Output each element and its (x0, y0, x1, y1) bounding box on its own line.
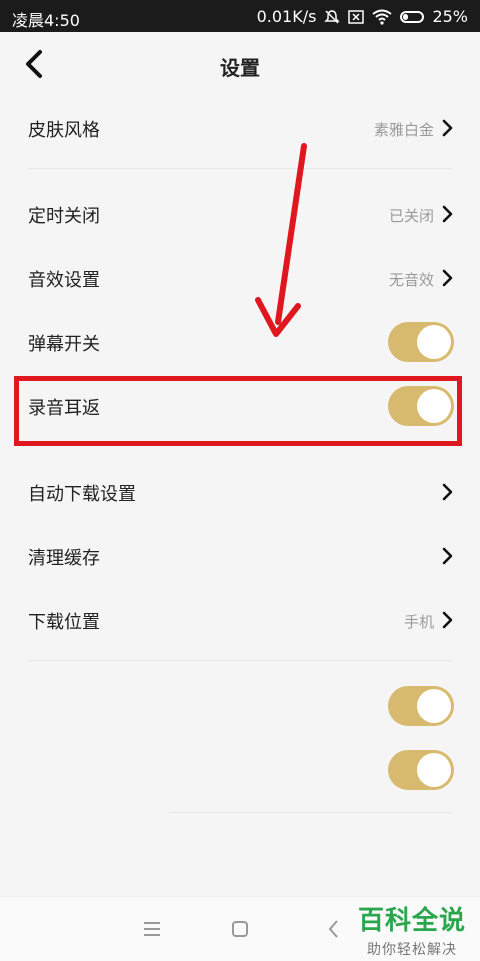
setting-clear-cache[interactable]: 清理缓存 (0, 524, 480, 588)
setting-danmaku: 弹幕开关 (0, 310, 480, 374)
battery-level: 25% (432, 7, 468, 26)
network-speed: 0.01K/s (256, 7, 317, 26)
setting-timer[interactable]: 定时关闭 已关闭 (0, 182, 480, 246)
setting-auto-download[interactable]: 自动下载设置 (0, 460, 480, 524)
setting-skin[interactable]: 皮肤风格 素雅白金 (0, 96, 480, 160)
chevron-right-icon (442, 483, 453, 501)
page-title: 设置 (220, 56, 260, 80)
setting-label: 下载位置 (28, 612, 100, 633)
setting-label: 定时关闭 (28, 206, 100, 227)
setting-label: 弹幕开关 (28, 334, 100, 355)
toggle-b[interactable] (388, 750, 454, 790)
status-time: 凌晨4:50 (12, 11, 80, 30)
chevron-right-icon (442, 547, 453, 565)
setting-value: 手机 (403, 613, 434, 631)
watermark-logo: 百科全说 助你轻松解决 (358, 900, 466, 959)
setting-sound-effect[interactable]: 音效设置 无音效 (0, 246, 480, 310)
setting-label: 清理缓存 (28, 548, 100, 569)
home-icon[interactable] (226, 915, 254, 943)
highlight-box (14, 376, 462, 446)
battery-icon (400, 10, 425, 23)
chevron-right-icon (442, 269, 453, 287)
chevron-right-icon (442, 205, 453, 223)
section-divider (28, 168, 452, 169)
section-divider (28, 660, 452, 661)
section-divider (170, 812, 452, 813)
setting-label: 皮肤风格 (28, 120, 100, 141)
status-bar: 凌晨4:50 0.01K/s 25% (0, 0, 480, 32)
status-icons: 0.01K/s 25% (257, 7, 468, 26)
toggle-knob (417, 753, 451, 787)
page-header: 设置 (0, 32, 480, 96)
watermark-title: 百科全说 (357, 906, 466, 936)
back-nav-icon[interactable] (320, 915, 348, 943)
danmaku-toggle[interactable] (388, 322, 454, 362)
toggle-a[interactable] (388, 686, 454, 726)
setting-value: 已关闭 (388, 207, 434, 225)
setting-value: 素雅白金 (373, 121, 434, 139)
menu-icon[interactable] (138, 915, 166, 943)
watermark-subtitle: 助你轻松解决 (366, 942, 457, 958)
wifi-icon (372, 9, 393, 25)
chevron-right-icon (442, 611, 453, 629)
chevron-right-icon (442, 119, 453, 137)
setting-label: 音效设置 (28, 270, 100, 291)
setting-label: 自动下载设置 (28, 484, 136, 505)
sim-icon (348, 9, 365, 24)
setting-download-location[interactable]: 下载位置 手机 (0, 588, 480, 652)
setting-value: 无音效 (388, 271, 434, 289)
toggle-knob (417, 325, 451, 359)
mute-alarm-icon (324, 9, 341, 24)
toggle-knob (417, 689, 451, 723)
